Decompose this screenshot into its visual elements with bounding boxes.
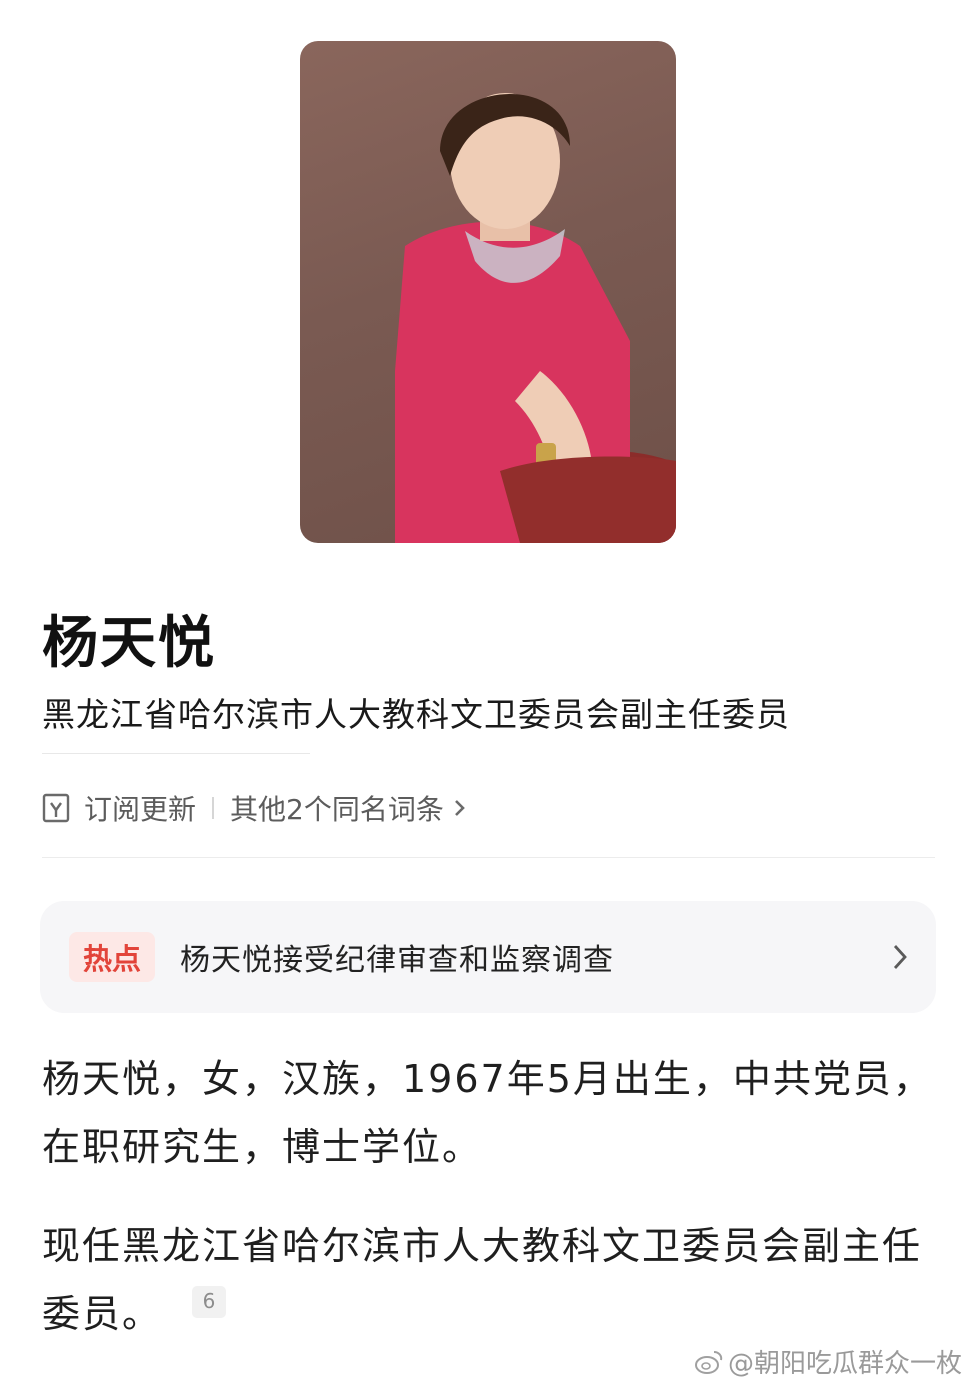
hot-news-card[interactable]: 热点 杨天悦接受纪律审查和监察调查 (40, 901, 936, 1013)
person-photo[interactable] (300, 41, 676, 543)
person-portrait-illustration (395, 93, 676, 543)
same-name-entries-link[interactable]: 其他2个同名词条 (230, 788, 444, 828)
hot-news-title[interactable]: 杨天悦接受纪律审查和监察调查 (180, 935, 614, 979)
subscribe-button[interactable]: 订阅更新 (84, 788, 196, 828)
weibo-icon (694, 1350, 723, 1374)
citation-marker[interactable]: 6 (192, 1286, 227, 1318)
intro-text: 杨天悦，女，汉族，1967年5月出生，中共党员，在职研究生，博士学位。 (42, 1057, 933, 1169)
current-position-text: 现任黑龙江省哈尔滨市人大教科文卫委员会副主任委员。 (42, 1224, 923, 1336)
watermark-text: @朝阳吃瓜群众一枚 (727, 1349, 962, 1379)
divider (42, 753, 310, 754)
hot-badge: 热点 (69, 932, 155, 982)
subscribe-icon[interactable] (42, 793, 70, 823)
current-position-paragraph: 现任黑龙江省哈尔滨市人大教科文卫委员会副主任委员。 6 (42, 1212, 942, 1348)
separator (212, 797, 215, 819)
divider (42, 857, 935, 858)
chevron-right-icon (454, 800, 465, 816)
chevron-right-icon (893, 945, 907, 969)
watermark: @朝阳吃瓜群众一枚 (694, 1343, 962, 1380)
intro-paragraph: 杨天悦，女，汉族，1967年5月出生，中共党员，在职研究生，博士学位。 (42, 1045, 942, 1181)
person-name: 杨天悦 (42, 611, 216, 676)
action-bar: 订阅更新 其他2个同名词条 (42, 788, 468, 828)
person-title: 黑龙江省哈尔滨市人大教科文卫委员会副主任委员 (42, 695, 790, 734)
